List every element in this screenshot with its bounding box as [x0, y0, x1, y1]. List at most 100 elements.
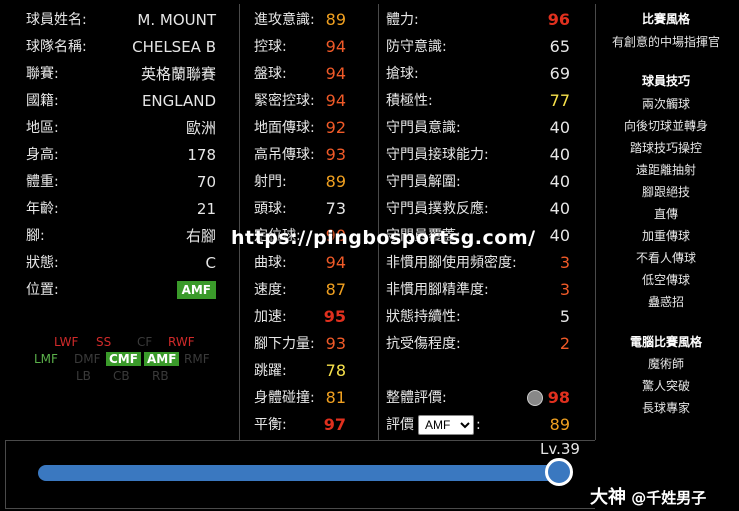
stat-row: 搶球: 69 [386, 61, 570, 87]
skills-heading: 球員技巧 [641, 74, 690, 88]
stat-row: 守門員撲救反應: 40 [386, 196, 570, 222]
stat-label: 守門員撲救反應: [386, 201, 489, 217]
credit: 大神 @千姓男子 [590, 483, 706, 509]
stat-value: 3 [559, 253, 570, 272]
stat-value: 40 [549, 199, 570, 218]
stat-value: 93 [325, 334, 346, 353]
stat-row: 加速: 95 [254, 304, 346, 330]
stat-value: 94 [325, 91, 346, 110]
stat-value: 3 [559, 280, 570, 299]
profile-label: 國籍: [26, 93, 59, 109]
stat-value: 65 [549, 37, 570, 56]
pos-rmf: RMF [184, 352, 210, 366]
pos-lwf: LWF [54, 335, 79, 349]
skill-item: 腳跟絕技 [641, 185, 690, 199]
stat-row: 非慣用腳使用頻密度: 3 [386, 250, 570, 276]
profile-row: 聯賽: 英格蘭聯賽 [26, 61, 216, 87]
profile-row-position: 位置: AMF [26, 277, 216, 303]
profile-value: ENGLAND [141, 92, 216, 110]
profile-value: 歐洲 [185, 119, 216, 137]
profile-value: CHELSEA B [132, 38, 216, 56]
coin-icon [527, 390, 543, 406]
credit-logo: 大神 [590, 487, 626, 508]
stat-row: 曲球: 94 [254, 250, 346, 276]
skill-item: 向後切球並轉身 [623, 119, 708, 133]
stat-label: 跳躍: [254, 363, 287, 379]
stat-value: 73 [325, 199, 346, 218]
divider [5, 440, 595, 441]
watermark-text: https://pingbosportsg.com/ [231, 227, 536, 249]
stat-label: 地面傳球: [254, 120, 315, 136]
skill-item: 踏球技巧操控 [629, 141, 702, 155]
rating-value: 89 [549, 415, 570, 434]
profile-value: 70 [196, 173, 216, 191]
stat-label: 進攻意識: [254, 12, 315, 28]
stat-row: 地面傳球: 92 [254, 115, 346, 141]
level-slider-track[interactable] [38, 465, 561, 481]
profile-label: 位置: [26, 282, 59, 298]
skill-item: 蠱惑招 [647, 295, 684, 309]
stat-value: 92 [325, 118, 346, 137]
stat-value: 89 [325, 172, 346, 191]
divider [239, 4, 240, 440]
stat-row: 緊密控球: 94 [254, 88, 346, 114]
stat-row: 積極性: 77 [386, 88, 570, 114]
stat-label: 搶球: [386, 66, 419, 82]
stat-value: 94 [325, 253, 346, 272]
profile-row: 腳: 右腳 [26, 223, 216, 249]
skill-item: 加重傳球 [641, 229, 690, 243]
stat-row: 頭球: 73 [254, 196, 346, 222]
profile-value: M. MOUNT [137, 11, 216, 29]
skill-item: 直傳 [653, 207, 678, 221]
skill-item: 遠距離抽射 [635, 163, 696, 177]
stat-value: 95 [323, 307, 346, 326]
stat-value: 89 [325, 10, 346, 29]
level-slider-handle[interactable] [545, 458, 573, 486]
profile-value: 178 [187, 146, 216, 164]
pos-rwf: RWF [168, 335, 195, 349]
profile-value: 21 [196, 200, 216, 218]
stat-value: 96 [547, 10, 570, 29]
divider [5, 440, 6, 508]
stat-label: 防守意識: [386, 39, 447, 55]
ai-style-heading: 電腦比賽風格 [629, 335, 702, 349]
profile-value: C [205, 254, 216, 272]
stat-label: 加速: [254, 309, 287, 325]
stat-row: 腳下力量: 93 [254, 331, 346, 357]
profile-label: 腳: [26, 228, 45, 244]
stat-value: 94 [325, 37, 346, 56]
stat-row: 射門: 89 [254, 169, 346, 195]
stat-value: 40 [549, 226, 570, 245]
stat-label: 頭球: [254, 201, 287, 217]
stat-label: 守門員意識: [386, 120, 461, 136]
profile-label: 地區: [26, 120, 59, 136]
stat-row: 防守意識: 65 [386, 34, 570, 60]
stat-label: 高吊傳球: [254, 147, 315, 163]
stat-label: 控球: [254, 39, 287, 55]
stat-label: 射門: [254, 174, 287, 190]
ai-style-item: 魔術師 [647, 357, 684, 371]
stat-label: 抗受傷程度: [386, 336, 461, 352]
position-select[interactable]: AMF [418, 415, 474, 435]
profile-row: 國籍: ENGLAND [26, 88, 216, 114]
pos-dmf: DMF [74, 352, 101, 366]
stat-label: 體力: [386, 12, 419, 28]
pos-amf: AMF [144, 352, 180, 366]
stat-label: 緊密控球: [254, 93, 315, 109]
profile-label: 聯賽: [26, 66, 59, 82]
profile-row: 狀態: C [26, 250, 216, 276]
stat-value: 81 [325, 388, 346, 407]
profile-row: 年齡: 21 [26, 196, 216, 222]
pos-ss: SS [96, 335, 112, 349]
stat-label: 曲球: [254, 255, 287, 271]
level-label: Lv.39 [540, 440, 580, 458]
profile-row: 地區: 歐洲 [26, 115, 216, 141]
stat-row: 盤球: 94 [254, 61, 346, 87]
stat-row: 守門員意識: 40 [386, 115, 570, 141]
stat-row: 守門員接球能力: 40 [386, 142, 570, 168]
stat-value: 97 [323, 415, 346, 434]
profile-row: 球隊名稱: CHELSEA B [26, 34, 216, 60]
stat-label: 腳下力量: [254, 336, 315, 352]
stat-row: 狀態持續性: 5 [386, 304, 570, 330]
skill-item: 兩次觸球 [641, 97, 690, 111]
